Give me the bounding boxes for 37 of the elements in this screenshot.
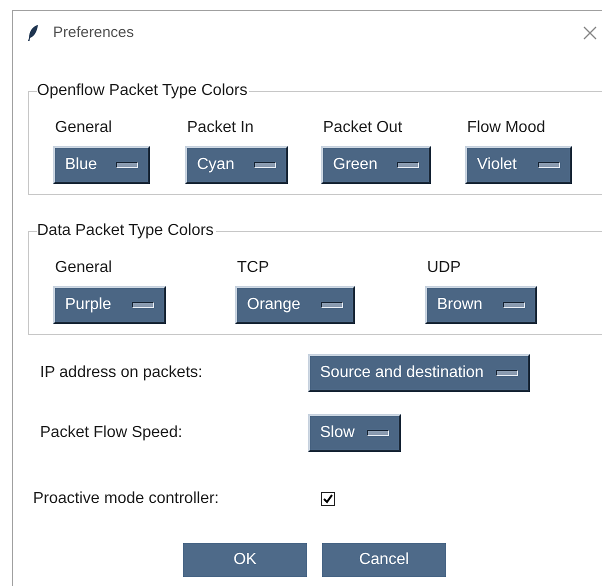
field-label: Packet In <box>186 118 255 138</box>
indicator-icon <box>254 162 276 168</box>
option-menu[interactable]: Cyan <box>185 146 288 184</box>
option-label: Packet Flow Speed: <box>40 423 184 443</box>
field-label: General <box>54 118 113 138</box>
field-label: TCP <box>236 258 270 278</box>
option-menu[interactable]: Violet <box>465 146 572 184</box>
option-menu[interactable]: Purple <box>53 286 166 324</box>
option-menu[interactable]: Green <box>321 146 431 184</box>
indicator-icon <box>397 162 419 168</box>
option-menu[interactable]: Slow <box>308 414 401 452</box>
indicator-icon <box>538 162 560 168</box>
dialog-button[interactable]: OK <box>183 543 307 577</box>
close-icon[interactable] <box>583 26 597 40</box>
indicator-icon <box>116 162 138 168</box>
group-title: Openflow Packet Type Colors <box>37 81 250 101</box>
indicator-icon <box>321 302 343 308</box>
dialog-button[interactable]: Cancel <box>322 543 446 577</box>
group-title: Data Packet Type Colors <box>37 221 216 241</box>
option-menu[interactable]: Blue <box>53 146 150 184</box>
option-menu[interactable]: Brown <box>425 286 537 324</box>
option-menu[interactable]: Orange <box>235 286 355 324</box>
indicator-icon <box>132 302 154 308</box>
option-label: IP address on packets: <box>40 363 204 383</box>
option-menu[interactable]: Source and destination <box>308 354 530 392</box>
window-title: Preferences <box>53 22 134 43</box>
indicator-icon <box>366 430 389 436</box>
indicator-icon <box>503 302 525 308</box>
feather-icon <box>27 24 39 42</box>
field-label: UDP <box>426 258 462 278</box>
checkbox[interactable] <box>321 492 335 506</box>
option-label: Proactive mode controller: <box>33 489 220 509</box>
indicator-icon <box>496 370 518 376</box>
field-label: General <box>54 258 113 278</box>
field-label: Packet Out <box>322 118 404 138</box>
check-icon <box>323 494 333 504</box>
field-label: Flow Mood <box>466 118 546 138</box>
